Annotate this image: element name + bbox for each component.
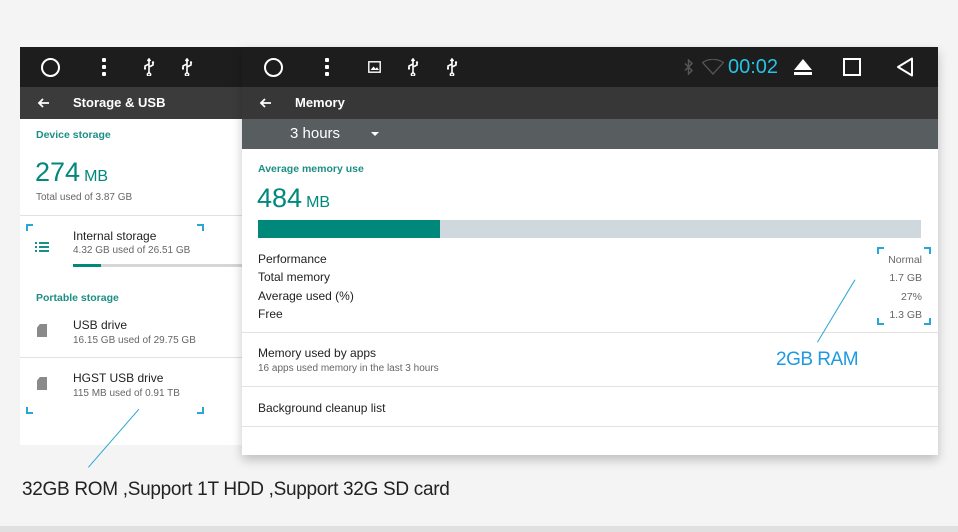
- storage-total-text: Total used of 3.87 GB: [36, 192, 133, 203]
- apps-memory-detail: 16 apps used memory in the last 3 hours: [258, 363, 439, 374]
- ram-annotation: 2GB RAM: [776, 349, 859, 370]
- hgst-drive-title: HGST USB drive: [73, 371, 164, 385]
- stat-value-average-used: 27%: [900, 291, 922, 303]
- storage-used-number: 274: [35, 157, 81, 187]
- apps-memory-title: Memory used by apps: [258, 346, 377, 360]
- app-bar: Memory: [242, 87, 938, 119]
- stat-label-total-memory: Total memory: [258, 270, 331, 284]
- back-arrow-icon[interactable]: [36, 95, 52, 111]
- stat-label-free: Free: [258, 307, 283, 321]
- annotation-corner: [26, 224, 33, 231]
- memory-usage-bar-fill: [258, 220, 441, 238]
- portable-storage-header: Portable storage: [36, 292, 119, 304]
- device-storage-header: Device storage: [36, 129, 111, 141]
- cleanup-title: Background cleanup list: [258, 401, 386, 415]
- sd-card-icon: [37, 324, 47, 337]
- usb-drive-title: USB drive: [73, 318, 128, 332]
- app-bar: Storage & USB: [20, 87, 242, 119]
- annotation-corner: [924, 247, 931, 254]
- usb-drive-detail: 16.15 GB used of 29.75 GB: [73, 335, 196, 346]
- divider: [242, 386, 938, 387]
- storage-used-value: 274 MB: [35, 157, 108, 188]
- usb-icon: [139, 57, 159, 77]
- period-value: 3 hours: [290, 125, 341, 142]
- avg-memory-header: Average memory use: [258, 163, 364, 175]
- internal-storage-bar-fill: [73, 264, 101, 267]
- circle-icon[interactable]: [40, 57, 60, 77]
- annotation-corner: [197, 407, 204, 414]
- annotation-corner: [26, 407, 33, 414]
- divider: [20, 357, 242, 358]
- annotation-corner: [877, 247, 884, 254]
- page-title: Storage & USB: [73, 95, 166, 110]
- back-triangle-icon[interactable]: [895, 57, 915, 77]
- sd-card-icon: [37, 377, 47, 390]
- storage-screen: Storage & USB Device storage 274 MB Total…: [20, 47, 242, 445]
- image-icon: [364, 57, 384, 77]
- wifi-icon: [702, 57, 724, 77]
- internal-storage-detail: 4.32 GB used of 26.51 GB: [73, 245, 191, 256]
- status-bar: 00:02: [242, 47, 938, 87]
- stat-label-performance: Performance: [258, 252, 327, 266]
- stat-value-free: 1.3 GB: [889, 309, 922, 321]
- chevron-down-icon: [371, 132, 379, 136]
- storage-used-unit: MB: [84, 168, 109, 185]
- recents-icon[interactable]: [842, 57, 862, 77]
- usb-icon: [177, 57, 197, 77]
- memory-screen: 00:02 Memory 3 hours Average memory use …: [242, 47, 938, 455]
- usb-icon: [403, 57, 423, 77]
- menu-dots-icon[interactable]: [94, 57, 114, 77]
- internal-storage-title: Internal storage: [73, 229, 157, 243]
- status-bar: [20, 47, 242, 87]
- list-icon: [35, 239, 49, 257]
- divider: [242, 426, 938, 427]
- back-arrow-icon[interactable]: [258, 95, 274, 111]
- eject-icon[interactable]: [793, 57, 813, 77]
- divider: [20, 215, 242, 216]
- annotation-corner: [924, 318, 931, 325]
- bluetooth-icon: [679, 57, 699, 77]
- annotation-corner: [197, 224, 204, 231]
- stat-value-total-memory: 1.7 GB: [889, 272, 922, 284]
- annotation-corner: [877, 318, 884, 325]
- page-title: Memory: [295, 95, 345, 110]
- memory-usage-bar: [258, 220, 921, 238]
- circle-icon[interactable]: [263, 57, 283, 77]
- specs-caption: 32GB ROM ,Support 1T HDD ,Support 32G SD…: [22, 479, 450, 500]
- hgst-drive-detail: 115 MB used of 0.91 TB: [73, 388, 180, 399]
- divider: [242, 332, 938, 333]
- stat-value-performance: Normal: [888, 254, 922, 266]
- menu-dots-icon[interactable]: [317, 57, 337, 77]
- usb-icon: [442, 57, 462, 77]
- avg-memory-number: 484: [257, 183, 303, 213]
- stat-label-average-used: Average used (%): [258, 289, 354, 303]
- period-dropdown[interactable]: 3 hours: [242, 119, 938, 149]
- internal-storage-bar: [73, 264, 242, 267]
- bottom-strip: [0, 526, 958, 532]
- clock: 00:02: [728, 56, 779, 78]
- avg-memory-unit: MB: [306, 194, 331, 211]
- avg-memory-value: 484 MB: [257, 183, 330, 214]
